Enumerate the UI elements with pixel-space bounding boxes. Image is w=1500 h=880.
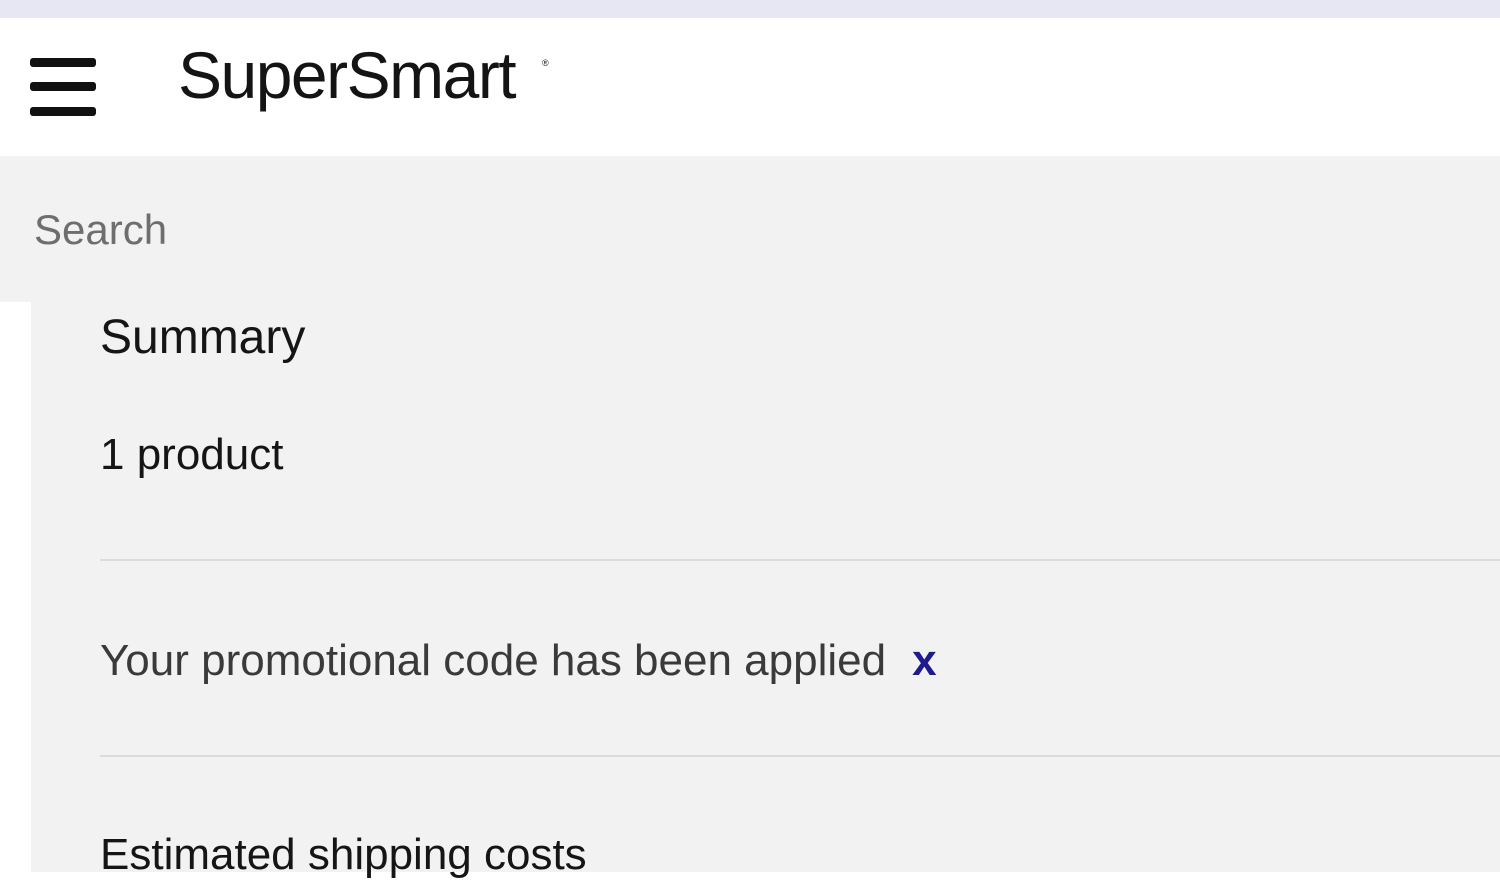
supersmart-logo[interactable]: SuperSmart xyxy=(178,42,517,108)
browser-top-strip xyxy=(0,0,1500,18)
promo-code-row: Your promotional code has been applied x xyxy=(100,636,937,686)
site-header: SuperSmart ® xyxy=(0,18,1500,156)
left-gutter xyxy=(0,302,31,872)
product-count: 1 product xyxy=(100,430,284,479)
divider xyxy=(100,559,1500,561)
menu-bar-top xyxy=(30,58,96,67)
search-bar xyxy=(0,156,1500,302)
divider xyxy=(100,755,1500,757)
promo-applied-message: Your promotional code has been applied xyxy=(100,636,887,685)
remove-promo-button[interactable]: x xyxy=(912,636,936,686)
estimated-shipping-label: Estimated shipping costs xyxy=(100,830,587,879)
registered-mark: ® xyxy=(542,58,549,68)
menu-bar-middle xyxy=(30,82,96,91)
order-summary-panel: Summary 1 product Your promotional code … xyxy=(31,302,1500,879)
hamburger-menu-icon[interactable] xyxy=(30,58,96,116)
menu-bar-bottom xyxy=(30,107,96,116)
summary-title: Summary xyxy=(100,311,306,364)
search-input[interactable] xyxy=(34,200,634,260)
